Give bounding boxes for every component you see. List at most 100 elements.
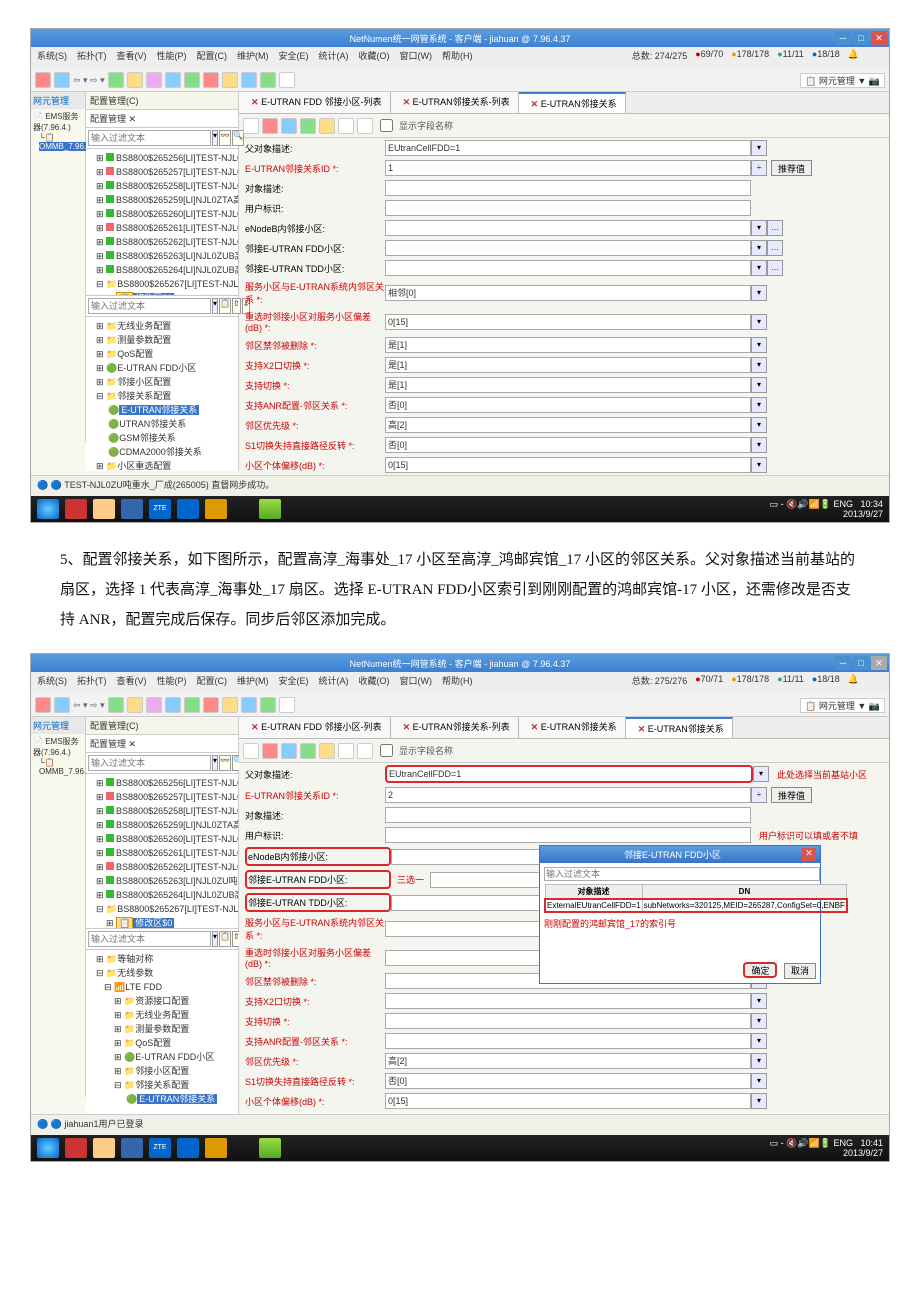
ok-button[interactable]: 确定 [743, 962, 777, 978]
menu-item[interactable]: 收藏(O) [359, 674, 390, 692]
toolbar-icon[interactable] [146, 72, 162, 88]
tool-icon[interactable] [357, 743, 373, 759]
form-tab[interactable]: ✕ E-UTRAN邻接关系-列表 [391, 717, 519, 738]
tree-node[interactable]: ⊞ BS8800$265258[LI]TEST-NJL0ZT [88, 179, 236, 193]
tree-node[interactable]: ⊞ BS8800$265258[LI]TEST-NJL0Z [88, 804, 236, 818]
tree-node[interactable]: 🟢GSM邻接关系 [88, 431, 236, 445]
toolbar-icon[interactable] [165, 697, 181, 713]
tool-icon[interactable] [357, 118, 373, 134]
menu-item[interactable]: 安全(E) [279, 49, 309, 67]
tree-node[interactable]: ⊞ BS8800$265260[LI]TEST-NJL0Z [88, 832, 236, 846]
taskbar-icon[interactable] [121, 1138, 143, 1158]
tree-node[interactable]: 📄 EMS服务器(7.96.4.) [33, 111, 83, 133]
close-button[interactable]: ✕ [871, 656, 887, 670]
taskbar-icon[interactable] [121, 499, 143, 519]
tree-node[interactable]: ⊞ BS8800$265261[LI]TEST-NJL0Z [88, 846, 236, 860]
menu-item[interactable]: 安全(E) [279, 674, 309, 692]
minimize-button[interactable]: ─ [835, 31, 851, 45]
toolbar-icon[interactable] [260, 72, 276, 88]
tree-node[interactable]: ⊞ 📁无线业务配置 [88, 1008, 236, 1022]
tool-icon[interactable] [319, 118, 335, 134]
tree-node[interactable]: └📋 OMMB_7.96.4.3 [33, 758, 83, 776]
show-field-check[interactable] [380, 119, 393, 132]
spinner-icon[interactable]: ÷ [751, 787, 767, 803]
popup-row[interactable]: ExternalEUtranCellFDD=1subNetworks=32012… [545, 899, 847, 912]
tree-node[interactable]: ⊞ BS8800$265260[LI]TEST-NJL0ZU [88, 207, 236, 221]
dropdown-icon[interactable]: ▾ [751, 993, 767, 1009]
toolbar-icon[interactable] [127, 72, 143, 88]
dropdown-icon[interactable]: ▾ [751, 314, 767, 330]
show-field-check[interactable] [380, 744, 393, 757]
form-tab[interactable]: ✕ E-UTRAN邻接关系 [626, 717, 733, 738]
taskbar-icon[interactable] [65, 499, 87, 519]
toolbar-icon[interactable] [241, 697, 257, 713]
menu-item[interactable]: 维护(M) [237, 674, 269, 692]
tool-icon[interactable] [262, 743, 278, 759]
tree-node[interactable]: ⊟ 📁无线参数 [88, 966, 236, 980]
menu-item[interactable]: 窗口(W) [400, 49, 433, 67]
dropdown-icon[interactable]: ▾ [751, 140, 767, 156]
menu-item[interactable]: 帮助(H) [442, 49, 473, 67]
field-input[interactable] [385, 807, 751, 823]
field-input[interactable] [385, 220, 751, 236]
tree-node[interactable]: ⊟ 📁BS8800$265267[LI]TEST-NJLD [88, 277, 236, 291]
tree-node[interactable]: ⊞ 🟢E-UTRAN FDD小区 [88, 361, 236, 375]
toolbar-icon[interactable] [146, 697, 162, 713]
field-input[interactable]: 0[15] [385, 457, 751, 473]
taskbar-icon[interactable] [93, 499, 115, 519]
tree-node[interactable]: ⊞ BS8800$265262[LI]TEST-NJL0Z [88, 860, 236, 874]
tree-node[interactable]: ⊞ BS8800$265263[LI]NJL0ZUB高淳 [88, 249, 236, 263]
field-input[interactable] [385, 1033, 751, 1049]
filter-input-2[interactable] [88, 931, 211, 947]
spinner-icon[interactable]: ÷ [751, 160, 767, 176]
field-input[interactable]: 是[1] [385, 337, 751, 353]
tree-node[interactable]: ⊞ BS8800$265262[LI]TEST-NJL0ZT [88, 235, 236, 249]
field-input[interactable] [385, 993, 751, 1009]
dropdown-icon[interactable]: ▾ [751, 457, 767, 473]
cancel-button[interactable]: 取消 [784, 963, 816, 979]
toolbar-icon[interactable] [279, 697, 295, 713]
toolbar-icon[interactable] [108, 697, 124, 713]
form-tab[interactable]: ✕ E-UTRAN邻接关系-列表 [391, 92, 519, 113]
field-input[interactable]: EUtranCellFDD=1 [385, 765, 753, 783]
tree-node[interactable]: ⊞ 📁邻接小区配置 [88, 1064, 236, 1078]
tree-node[interactable]: 🟢E-UTRAN邻接关系 [88, 403, 236, 417]
toolbar-icon[interactable] [241, 72, 257, 88]
toolbar-icon[interactable] [222, 697, 238, 713]
field-input[interactable]: 否[0] [385, 397, 751, 413]
config-subtab[interactable]: 配置管理 ✕ [86, 110, 238, 128]
ne-manage-button[interactable]: 📋 网元管理 ▼ 📷 [800, 73, 885, 88]
tree-node[interactable]: ⊟ 📁BS8800$265267[LI]TEST-NJL [88, 902, 236, 916]
dropdown-icon[interactable]: ▾ [212, 755, 218, 771]
field-input[interactable] [385, 180, 751, 196]
field-input[interactable]: 是[1] [385, 377, 751, 393]
menu-item[interactable]: 配置(C) [197, 674, 228, 692]
tree-node[interactable]: ⊞ 📁测量参数配置 [88, 1022, 236, 1036]
dropdown-icon[interactable]: ▾ [212, 931, 218, 947]
tool-icon[interactable] [338, 743, 354, 759]
popup-filter-input[interactable] [544, 867, 820, 881]
toolbar-icon[interactable] [165, 72, 181, 88]
tree-node[interactable]: ⊞ 📋修改区$0 [88, 916, 236, 928]
field-input[interactable] [385, 240, 751, 256]
menu-item[interactable]: 窗口(W) [400, 674, 433, 692]
field-input[interactable] [385, 827, 751, 843]
dropdown-icon[interactable]: ▾ [751, 377, 767, 393]
tree-node[interactable]: 🟢UTRAN邻接关系 [88, 417, 236, 431]
dropdown-icon[interactable]: ▾ [751, 1073, 767, 1089]
menu-item[interactable]: 系统(S) [37, 49, 67, 67]
field-input[interactable]: 2 [385, 787, 751, 803]
tool-icon[interactable] [300, 743, 316, 759]
menu-item[interactable]: 系统(S) [37, 674, 67, 692]
field-input[interactable] [385, 1013, 751, 1029]
toolbar-icon[interactable] [279, 72, 295, 88]
field-input[interactable]: 0[15] [385, 1093, 751, 1109]
field-input[interactable] [385, 260, 751, 276]
field-input[interactable]: 1 [385, 160, 751, 176]
filter-input-2[interactable] [88, 298, 211, 314]
field-input[interactable]: 相邻[0] [385, 285, 751, 301]
filter-input[interactable] [88, 130, 211, 146]
minimize-button[interactable]: ─ [835, 656, 851, 670]
tree-node[interactable]: ⊞ 📁资源接口配置 [88, 994, 236, 1008]
recommend-button[interactable]: 推荐值 [771, 787, 812, 803]
